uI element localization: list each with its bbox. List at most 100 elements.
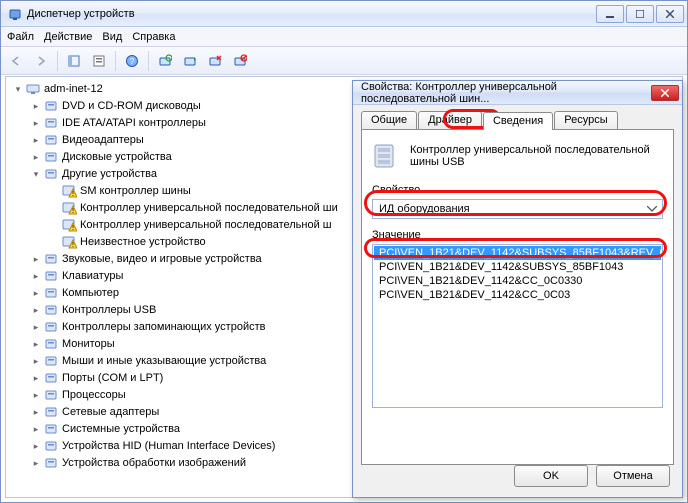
window-title: Диспетчер устройств [27, 8, 596, 20]
tree-label: Мониторы [62, 336, 115, 352]
tree-label: Процессоры [62, 387, 126, 403]
tree-node[interactable]: ·Контроллер универсальной последовательн… [12, 216, 347, 233]
ok-button[interactable]: OK [514, 465, 588, 487]
tree-node[interactable]: ▸Клавиатуры [12, 267, 347, 284]
unknown-device-icon [61, 217, 77, 233]
scan-hardware-button[interactable] [154, 50, 176, 72]
toolbar: ? [1, 47, 687, 75]
tree-label: Мыши и иные указывающие устройства [62, 353, 266, 369]
unknown-device-icon [61, 183, 77, 199]
back-button[interactable] [5, 50, 27, 72]
tab-general[interactable]: Общие [361, 111, 417, 129]
property-combo[interactable]: ИД оборудования [372, 199, 663, 219]
tree-label: Контроллер универсальной последовательно… [80, 217, 332, 233]
tree-node[interactable]: ·Неизвестное устройство [12, 233, 347, 250]
device-category-icon [43, 285, 59, 301]
device-category-icon [43, 319, 59, 335]
tree-label: Неизвестное устройство [80, 234, 206, 250]
tree-node[interactable]: ▸Мониторы [12, 335, 347, 352]
device-tree[interactable]: ▾adm-inet-12▸DVD и CD-ROM дисководы▸IDE … [12, 80, 347, 471]
chevron-down-icon [644, 202, 659, 216]
device-category-icon [43, 404, 59, 420]
uninstall-button[interactable] [204, 50, 226, 72]
tree-label: Звуковые, видео и игровые устройства [62, 251, 262, 267]
dialog-title: Свойства: Контроллер универсальной после… [361, 81, 651, 105]
close-button[interactable] [656, 5, 684, 23]
tree-node[interactable]: ▸Звуковые, видео и игровые устройства [12, 250, 347, 267]
tree-label: DVD и CD-ROM дисководы [62, 98, 201, 114]
list-item[interactable]: PCI\VEN_1B21&DEV_1142&CC_0C03 [374, 288, 661, 302]
tree-node[interactable]: ·Контроллер универсальной последовательн… [12, 199, 347, 216]
computer-icon [25, 81, 41, 97]
tree-node[interactable]: ▸Порты (COM и LPT) [12, 369, 347, 386]
forward-button[interactable] [30, 50, 52, 72]
device-category-icon [43, 421, 59, 437]
device-category-icon [43, 336, 59, 352]
list-item[interactable]: PCI\VEN_1B21&DEV_1142&CC_0C0330 [374, 274, 661, 288]
list-item[interactable]: PCI\VEN_1B21&DEV_1142&SUBSYS_85BF1043 [374, 260, 661, 274]
device-category-icon [43, 98, 59, 114]
tree-node[interactable]: ▸Устройства HID (Human Interface Devices… [12, 437, 347, 454]
toolbar-separator [115, 51, 116, 71]
update-driver-button[interactable] [179, 50, 201, 72]
menu-view[interactable]: Вид [102, 31, 122, 43]
show-pane-button[interactable] [63, 50, 85, 72]
maximize-button[interactable] [626, 5, 654, 23]
tree-node[interactable]: ▸Устройства обработки изображений [12, 454, 347, 471]
app-icon [7, 6, 23, 22]
minimize-button[interactable] [596, 5, 624, 23]
tab-resources[interactable]: Ресурсы [554, 111, 617, 129]
disable-button[interactable] [229, 50, 251, 72]
tree-label: Сетевые адаптеры [62, 404, 159, 420]
tree-node[interactable]: ▸DVD и CD-ROM дисководы [12, 97, 347, 114]
tree-node[interactable]: ▸Сетевые адаптеры [12, 403, 347, 420]
tree-label: Клавиатуры [62, 268, 123, 284]
values-listbox[interactable]: PCI\VEN_1B21&DEV_1142&SUBSYS_85BF1043&RE… [372, 244, 663, 408]
device-category-icon [43, 115, 59, 131]
dialog-titlebar: Свойства: Контроллер универсальной после… [353, 81, 682, 105]
tree-label: Порты (COM и LPT) [62, 370, 163, 386]
tree-node[interactable]: ▸Системные устройства [12, 420, 347, 437]
tree-label: Контроллеры USB [62, 302, 156, 318]
svg-text:?: ? [130, 57, 135, 66]
tree-label: Контроллеры запоминающих устройств [62, 319, 265, 335]
titlebar: Диспетчер устройств [1, 1, 687, 27]
device-icon [372, 140, 402, 172]
property-selected: ИД оборудования [379, 203, 470, 215]
tree-label: Компьютер [62, 285, 119, 301]
tab-driver[interactable]: Драйвер [418, 111, 482, 129]
tree-label: Системные устройства [62, 421, 180, 437]
device-category-icon [43, 302, 59, 318]
tree-node[interactable]: ▸Дисковые устройства [12, 148, 347, 165]
menu-action[interactable]: Действие [44, 31, 92, 43]
tree-node[interactable]: ▸Контроллеры запоминающих устройств [12, 318, 347, 335]
properties-button[interactable] [88, 50, 110, 72]
menu-file[interactable]: Файл [7, 31, 34, 43]
tree-node[interactable]: ▸Видеоадаптеры [12, 131, 347, 148]
device-name: Контроллер универсальной последовательно… [410, 144, 663, 168]
tree-node[interactable]: ·SM контроллер шины [12, 182, 347, 199]
menu-help[interactable]: Справка [132, 31, 175, 43]
device-category-icon [43, 438, 59, 454]
device-category-icon [43, 387, 59, 403]
tab-details[interactable]: Сведения [483, 112, 553, 130]
device-category-icon [43, 455, 59, 471]
tree-label: Другие устройства [62, 166, 157, 182]
tree-node[interactable]: ▸Мыши и иные указывающие устройства [12, 352, 347, 369]
tree-node[interactable]: ▸Компьютер [12, 284, 347, 301]
tree-label: Устройства HID (Human Interface Devices) [62, 438, 275, 454]
cancel-button[interactable]: Отмена [596, 465, 670, 487]
device-category-icon [43, 251, 59, 267]
list-item[interactable]: PCI\VEN_1B21&DEV_1142&SUBSYS_85BF1043&RE… [374, 246, 661, 260]
tree-root[interactable]: ▾adm-inet-12 [12, 80, 347, 97]
tree-label: adm-inet-12 [44, 81, 103, 97]
tree-node[interactable]: ▸Процессоры [12, 386, 347, 403]
value-label: Значение [372, 229, 663, 241]
tree-node[interactable]: ▾Другие устройства [12, 165, 347, 182]
tree-label: Контроллер универсальной последовательно… [80, 200, 338, 216]
dialog-close-button[interactable] [651, 85, 679, 101]
help-button[interactable]: ? [121, 50, 143, 72]
tree-node[interactable]: ▸IDE ATA/ATAPI контроллеры [12, 114, 347, 131]
tree-node[interactable]: ▸Контроллеры USB [12, 301, 347, 318]
menubar: Файл Действие Вид Справка [1, 27, 687, 47]
